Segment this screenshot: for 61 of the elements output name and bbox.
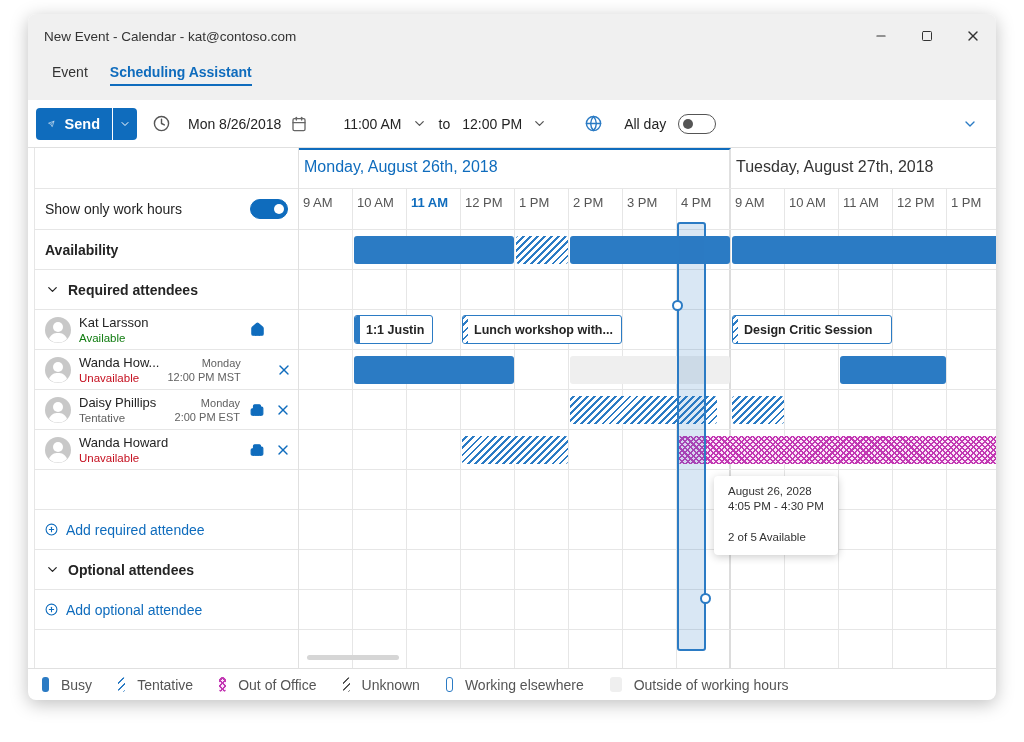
availability-label: Availability [45,241,119,258]
event-title: Design Critic Session [743,322,873,337]
legend-label: Busy [61,676,93,693]
attendee-row[interactable]: Wanda How... Unavailable Monday 12:00 PM MST [35,350,298,390]
start-time-dropdown[interactable]: 11:00 AM [337,111,433,136]
tab[interactable]: Event [52,58,88,86]
work-hours-label: Show only work hours [45,201,183,217]
hour-label: 3 PM [623,189,677,229]
local-day: Monday [200,395,240,410]
hour-label: 9 AM [299,189,353,229]
tooltip-availability: 2 of 5 Available [728,530,807,545]
hour-label: 1 PM [947,189,996,229]
attendee-row[interactable]: Daisy Phillips Tentative Monday 2:00 PM EST [35,390,298,430]
legend-label: Tentative [137,676,194,693]
add-attendee-link[interactable]: Add optional attendee [45,601,203,618]
tooltip-time: 4:05 PM - 4:30 PM [728,499,824,514]
attendee-name: Wanda How... [79,354,160,371]
event-title: Lunch workshop with... [473,322,613,337]
attendee-name: Daisy Phillips [79,394,158,411]
legend-label: Outside of working hours [633,676,789,693]
hour-label: 10 AM [353,189,407,229]
tab[interactable]: Scheduling Assistant [109,58,252,86]
section-header[interactable]: Required attendees [45,281,198,298]
local-time: 12:00 PM MST [167,369,241,384]
all-day-label: All day [624,115,667,132]
date-field[interactable]: Mon 8/26/2018 [182,111,314,136]
attendee-row[interactable]: Wanda Howard Unavailable [35,430,298,470]
attendee-name: Kat Larsson [79,314,150,331]
end-time-dropdown[interactable]: 12:00 PM [456,111,554,136]
section-header[interactable]: Optional attendees [45,561,195,578]
attendee-row[interactable]: Kat Larsson Available [35,310,298,350]
attendee-status: Tentative [79,410,127,425]
add-attendee-link[interactable]: Add required attendee [45,521,205,538]
hour-label: 2 PM [569,189,623,229]
day-header: Tuesday, August 27th, 2018 [731,148,996,188]
legend-label: Out of Office [238,676,317,693]
attendee-status: Unavailable [79,450,141,465]
legend-label: Unknown [361,676,420,693]
hour-label: 11 AM [407,189,461,229]
tooltip-date: August 26, 2028 [728,484,813,499]
legend-label: Working elsewhere [464,676,584,693]
hour-label: 4 PM [677,189,731,229]
to-label: to [438,115,451,132]
attendee-status: Available [79,330,127,345]
event-card[interactable]: 1:1 Justin [354,315,433,344]
event-card[interactable]: Lunch workshop with... [462,315,622,344]
attendee-name: Wanda Howard [79,434,170,451]
local-time: 2:00 PM EST [174,409,240,424]
hour-label: 9 AM [731,189,785,229]
hour-label: 11 AM [839,189,893,229]
attendee-status: Unavailable [79,370,141,385]
hour-label: 12 PM [461,189,515,229]
hour-label: 1 PM [515,189,569,229]
hour-label: 12 PM [893,189,947,229]
hour-label: 10 AM [785,189,839,229]
event-card[interactable]: Design Critic Session [732,315,892,344]
window-title: New Event - Calendar - kat@contoso.com [44,28,298,44]
local-day: Monday [201,355,241,370]
day-header: Monday, August 26th, 2018 [299,148,731,188]
send-button[interactable]: Send [36,107,112,140]
event-title: 1:1 Justin [365,322,425,337]
